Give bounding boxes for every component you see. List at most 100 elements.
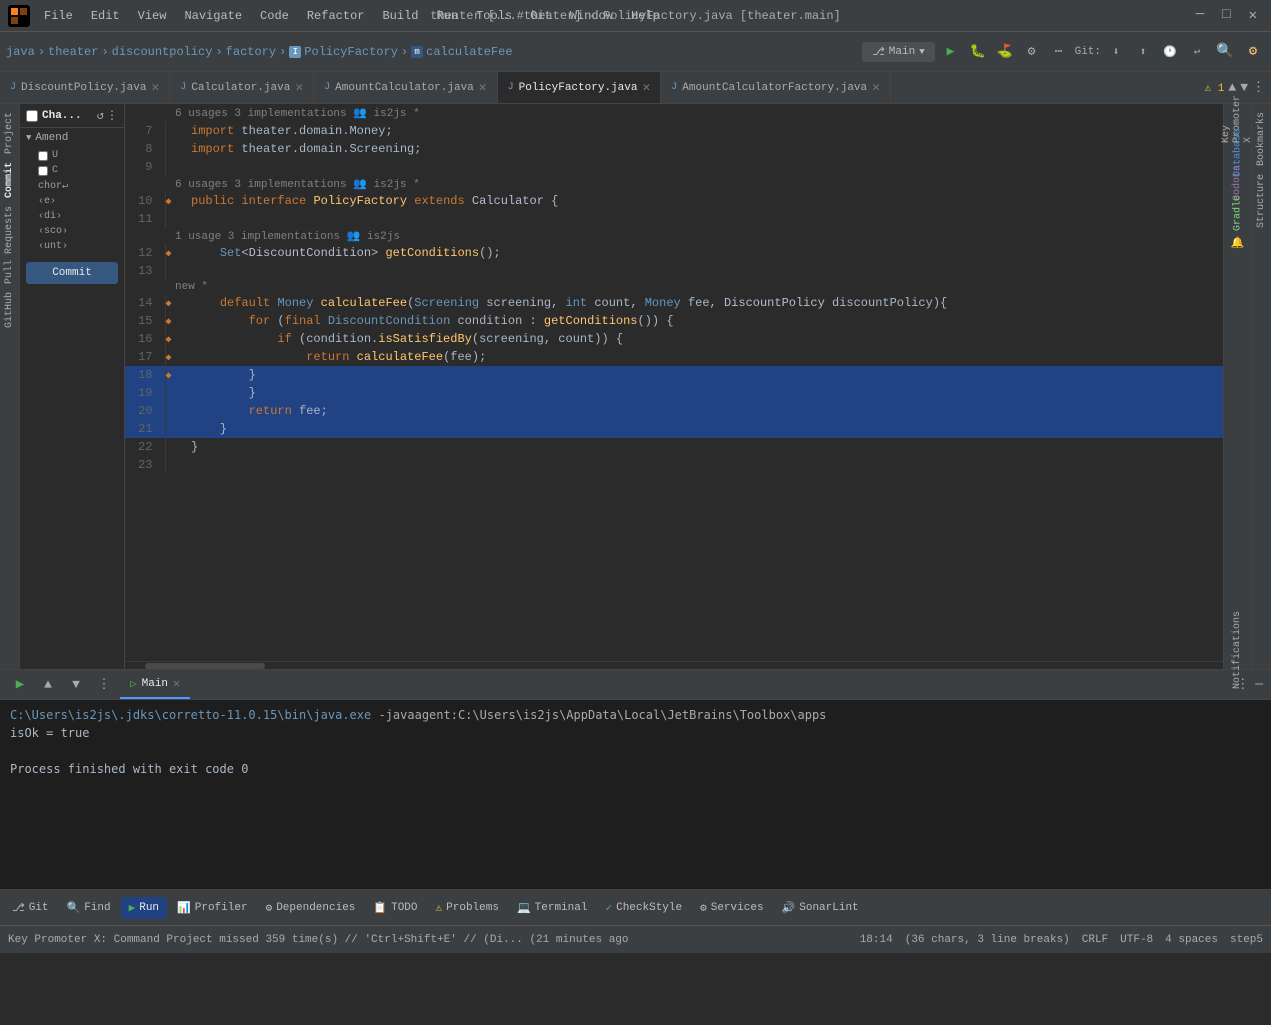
sidebar-item-2[interactable]: C — [20, 163, 124, 178]
bottom-profiler-btn[interactable]: 📊 Profiler — [169, 897, 256, 919]
info-bar-new[interactable]: new * — [175, 281, 208, 293]
info-bar-usages[interactable]: 6 usages 3 implementations 👥 is2js * — [175, 179, 420, 191]
sidebar-item-di[interactable]: ‹di› — [20, 209, 124, 224]
codota-btn[interactable]: Codota — [1227, 172, 1249, 194]
more-run-btn[interactable]: ⋯ — [1047, 40, 1071, 64]
gradle-btn[interactable]: Gradle — [1227, 202, 1249, 224]
item-checkbox-2[interactable] — [38, 166, 48, 176]
status-encoding[interactable]: UTF-8 — [1120, 934, 1153, 946]
run-config-btn[interactable]: ⚙ — [1020, 40, 1044, 64]
bottom-services-btn[interactable]: ⚙ Services — [692, 897, 771, 919]
tab-policyfactory[interactable]: J PolicyFactory.java ✕ — [498, 72, 662, 103]
pull-requests-label[interactable]: Pull Requests — [4, 206, 15, 284]
breadcrumb-discountpolicy[interactable]: discountpolicy — [112, 45, 213, 59]
git-push-btn[interactable]: ⬆ — [1131, 40, 1155, 64]
tab-calculator[interactable]: J Calculator.java ✕ — [170, 72, 314, 103]
bottom-run-btn[interactable]: ▶ Run — [121, 897, 167, 919]
commit-button[interactable]: Commit — [26, 262, 118, 284]
sidebar-item-sco[interactable]: ‹sco› — [20, 224, 124, 239]
bottom-find-btn[interactable]: 🔍 Find — [59, 897, 119, 919]
bottom-todo-btn[interactable]: 📋 TODO — [365, 897, 425, 919]
tab-close-policyfactory[interactable]: ✕ — [642, 80, 650, 95]
gutter-icon-18[interactable]: ◆ — [166, 371, 172, 382]
terminal-tab-close[interactable]: ✕ — [173, 676, 180, 691]
gutter-icon-14[interactable]: ◆ — [166, 299, 172, 310]
notifications-btn[interactable]: 🔔 — [1227, 232, 1249, 254]
menu-file[interactable]: File — [36, 7, 81, 25]
tab-amountcalculator[interactable]: J AmountCalculator.java ✕ — [314, 72, 497, 103]
terminal-tab-main[interactable]: ▷ Main ✕ — [120, 670, 190, 699]
tab-amountcalculatorfactory[interactable]: J AmountCalculatorFactory.java ✕ — [661, 72, 891, 103]
tab-close-amountcalculatorfactory[interactable]: ✕ — [872, 80, 880, 95]
structure-label[interactable]: Structure — [1256, 174, 1267, 228]
sidebar-item-unt[interactable]: ‹unt› — [20, 239, 124, 254]
terminal-minimize-btn[interactable]: ─ — [1255, 677, 1263, 692]
scroll-tabs-down-btn[interactable]: ▼ — [1240, 80, 1248, 95]
menu-navigate[interactable]: Navigate — [176, 7, 250, 25]
status-keypromoter[interactable]: Key Promoter X: Command Project missed 3… — [8, 934, 629, 946]
menu-view[interactable]: View — [130, 7, 175, 25]
info-bar-2[interactable]: 1 usage 3 implementations 👥 is2js — [175, 231, 400, 243]
status-position[interactable]: 18:14 — [860, 934, 893, 946]
coverage-button[interactable]: ⛳ — [993, 40, 1017, 64]
bottom-dependencies-btn[interactable]: ⚙ Dependencies — [258, 897, 364, 919]
tabs-menu-btn[interactable]: ⋮ — [1252, 80, 1265, 95]
sidebar-item-e[interactable]: ‹e› — [20, 194, 124, 209]
terminal-run-btn[interactable]: ▶ — [8, 673, 32, 697]
breadcrumb-java[interactable]: java — [6, 45, 35, 59]
debug-button[interactable]: 🐛 — [966, 40, 990, 64]
usages-info[interactable]: 6 usages 3 implementations 👥 is2js * — [175, 108, 420, 120]
status-indent[interactable]: 4 spaces — [1165, 934, 1218, 946]
database-btn[interactable]: Database — [1227, 142, 1249, 164]
gutter-icon-15[interactable]: ◆ — [166, 317, 172, 328]
maximize-button[interactable]: □ — [1216, 7, 1236, 24]
tab-close-discountpolicy[interactable]: ✕ — [151, 80, 159, 95]
terminal-up-btn[interactable]: ▲ — [36, 673, 60, 697]
terminal-down-btn[interactable]: ▼ — [64, 673, 88, 697]
sidebar-section-amend[interactable]: ▼ Amend — [20, 128, 124, 148]
run-button[interactable]: ▶ — [939, 40, 963, 64]
status-chars[interactable]: (36 chars, 3 line breaks) — [905, 934, 1070, 946]
tab-close-amountcalculator[interactable]: ✕ — [479, 80, 487, 95]
sidebar-checkbox[interactable] — [26, 110, 38, 122]
breadcrumb-factory[interactable]: factory — [226, 45, 276, 59]
search-everywhere-btn[interactable]: 🔍 — [1213, 40, 1237, 64]
git-history-btn[interactable]: 🕐 — [1158, 40, 1182, 64]
tab-close-calculator[interactable]: ✕ — [295, 80, 303, 95]
github-label[interactable]: GitHub — [4, 292, 15, 328]
git-revert-btn[interactable]: ↩ — [1185, 40, 1209, 64]
bottom-problems-btn[interactable]: ⚠ Problems — [428, 897, 507, 919]
tab-discountpolicy[interactable]: J DiscountPolicy.java ✕ — [0, 72, 170, 103]
gutter-icon-16[interactable]: ◆ — [166, 335, 172, 346]
breadcrumb-policyfactory[interactable]: PolicyFactory — [304, 45, 398, 59]
sidebar-refresh-btn[interactable]: ↺ — [97, 108, 104, 123]
item-checkbox-1[interactable] — [38, 151, 48, 161]
bottom-checkstyle-btn[interactable]: ✓ CheckStyle — [597, 897, 690, 919]
breadcrumb-theater[interactable]: theater — [48, 45, 98, 59]
key-promoter-btn[interactable]: Key Promoter X — [1227, 108, 1249, 130]
minimize-button[interactable]: ─ — [1190, 7, 1210, 24]
gutter-icon-12[interactable]: ◆ — [166, 249, 172, 260]
terminal-menu-btn[interactable]: ⋮ — [92, 673, 116, 697]
status-line-ending[interactable]: CRLF — [1082, 934, 1108, 946]
editor-scrollbar[interactable] — [125, 661, 1223, 669]
menu-refactor[interactable]: Refactor — [299, 7, 373, 25]
menu-code[interactable]: Code — [252, 7, 297, 25]
sidebar-more-btn[interactable]: ⋮ — [106, 108, 118, 123]
scroll-tabs-up-btn[interactable]: ▲ — [1228, 80, 1236, 95]
settings-btn[interactable]: ⚙ — [1241, 40, 1265, 64]
git-fetch-btn[interactable]: ⬇ — [1104, 40, 1128, 64]
project-label[interactable]: Project — [4, 112, 15, 154]
code-area[interactable]: 7 import theater.domain.Money; 8 import … — [125, 122, 1223, 661]
bookmarks-label[interactable]: Bookmarks — [1256, 112, 1267, 166]
close-button[interactable]: ✕ — [1243, 7, 1263, 24]
gutter-icon-17[interactable]: ◆ — [166, 353, 172, 364]
commit-label[interactable]: Commit — [4, 162, 15, 198]
menu-edit[interactable]: Edit — [83, 7, 128, 25]
menu-build[interactable]: Build — [374, 7, 426, 25]
status-step[interactable]: step5 — [1230, 934, 1263, 946]
terminal-path[interactable]: C:\Users\is2js\.jdks\corretto-11.0.15\bi… — [10, 708, 371, 722]
bottom-sonarlint-btn[interactable]: 🔊 SonarLint — [774, 897, 867, 919]
sidebar-item-chor[interactable]: chor↵ — [20, 178, 124, 194]
gutter-icon-10[interactable]: ◆ — [166, 197, 172, 208]
